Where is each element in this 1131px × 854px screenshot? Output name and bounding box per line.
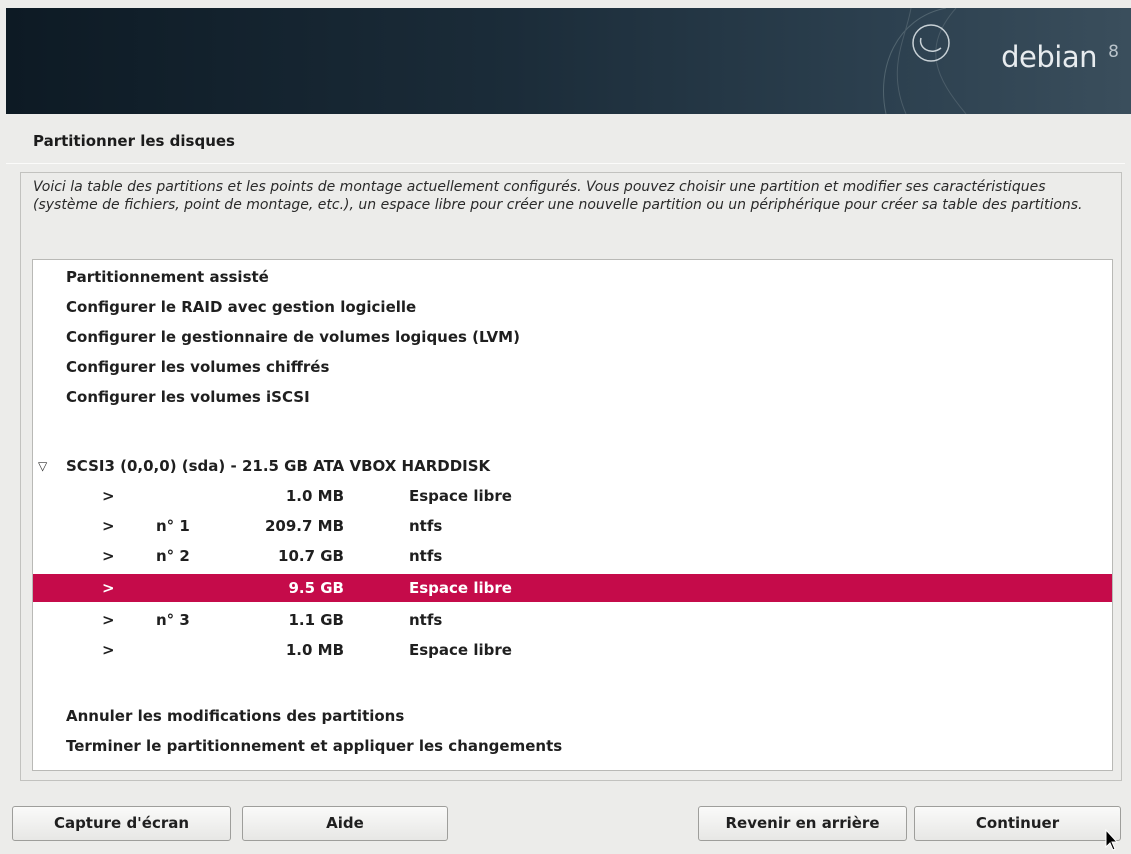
menu-item-configure-raid[interactable]: Configurer le RAID avec gestion logiciel… [33,293,1112,321]
partition-fs: ntfs [409,517,443,535]
logo-version: 8 [1108,42,1119,62]
disk-item[interactable]: ▽ SCSI3 (0,0,0) (sda) - 21.5 GB ATA VBOX… [33,452,1112,480]
menu-item-label: Configurer les volumes chiffrés [66,358,330,376]
menu-item-configure-encrypted[interactable]: Configurer les volumes chiffrés [33,353,1112,381]
screenshot-button[interactable]: Capture d'écran [12,806,231,841]
partition-row[interactable]: > 1.0 MB Espace libre [33,482,1112,510]
partition-fs: Espace libre [409,579,512,597]
disk-label: SCSI3 (0,0,0) (sda) - 21.5 GB ATA VBOX H… [66,457,491,475]
partition-size: 9.5 GB [288,579,344,597]
partition-arrow: > [102,547,115,565]
continue-button[interactable]: Continuer [914,806,1121,841]
partition-fs: ntfs [409,611,443,629]
partition-number: n° 1 [156,517,190,535]
partition-arrow: > [102,579,115,597]
partition-size: 1.1 GB [288,611,344,629]
menu-item-label: Configurer les volumes iSCSI [66,388,310,406]
partition-row[interactable]: > 1.0 MB Espace libre [33,636,1112,664]
partition-arrow: > [102,641,115,659]
partition-fs: Espace libre [409,487,512,505]
partition-size: 1.0 MB [285,487,344,505]
partition-row[interactable]: > n° 1 209.7 MB ntfs [33,512,1112,540]
partition-row[interactable]: > n° 2 10.7 GB ntfs [33,542,1112,570]
menu-item-label: Terminer le partitionnement et appliquer… [66,737,563,755]
menu-item-label: Partitionnement assisté [66,268,269,286]
intro-text: Voici la table des partitions et les poi… [33,179,1083,213]
divider [6,163,1125,164]
menu-item-finish-partitioning[interactable]: Terminer le partitionnement et appliquer… [33,732,1112,760]
menu-item-label: Configurer le RAID avec gestion logiciel… [66,298,417,316]
menu-item-configure-iscsi[interactable]: Configurer les volumes iSCSI [33,383,1112,411]
back-button[interactable]: Revenir en arrière [698,806,907,841]
partition-row-selected[interactable]: > 9.5 GB Espace libre [33,574,1112,602]
partition-number: n° 3 [156,611,190,629]
partition-arrow: > [102,517,115,535]
menu-item-configure-lvm[interactable]: Configurer le gestionnaire de volumes lo… [33,323,1112,351]
partition-fs: Espace libre [409,641,512,659]
partition-size: 1.0 MB [285,641,344,659]
partition-size: 10.7 GB [278,547,344,565]
help-button[interactable]: Aide [242,806,448,841]
partition-number: n° 2 [156,547,190,565]
menu-item-undo-changes[interactable]: Annuler les modifications des partitions [33,702,1112,730]
expand-triangle-icon: ▽ [38,459,48,473]
partition-row[interactable]: > n° 3 1.1 GB ntfs [33,606,1112,634]
menu-item-label: Configurer le gestionnaire de volumes lo… [66,328,520,346]
debian-swirl-icon [883,8,967,114]
page-title: Partitionner les disques [33,132,235,150]
partition-size: 209.7 MB [264,517,344,535]
partition-arrow: > [102,611,115,629]
logo-text: debian [1001,40,1097,74]
partition-fs: ntfs [409,547,443,565]
mouse-cursor-icon [1105,829,1119,851]
header-banner: debian 8 [6,8,1131,114]
partition-arrow: > [102,487,115,505]
menu-item-guided-partitioning[interactable]: Partitionnement assisté [33,263,1112,291]
partition-list: Partitionnement assisté Configurer le RA… [32,259,1113,771]
menu-item-label: Annuler les modifications des partitions [66,707,405,725]
